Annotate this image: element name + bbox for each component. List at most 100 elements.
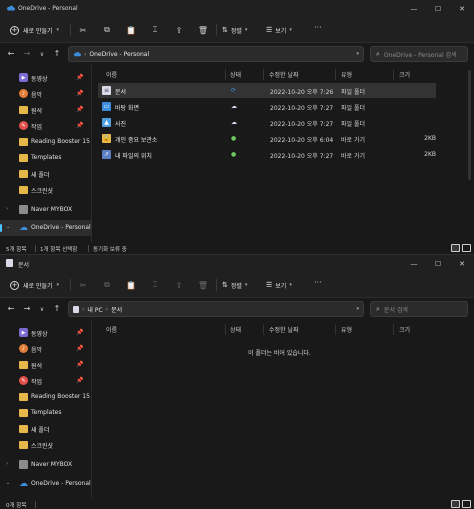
column-header-status[interactable]: 상태 xyxy=(230,320,241,338)
sidebar-item-naver-mybox[interactable]: › Naver MYBOX xyxy=(0,457,92,473)
copy-icon[interactable]: ⧉ xyxy=(100,23,114,37)
column-divider[interactable] xyxy=(225,324,226,335)
sidebar-item-wonseok[interactable]: 원석 📌 xyxy=(0,357,92,373)
rename-icon[interactable]: ⌶ xyxy=(148,278,162,292)
share-icon[interactable]: ⇪ xyxy=(172,278,186,292)
chevron-down-icon[interactable]: ▾ xyxy=(356,51,359,57)
breadcrumb-item[interactable]: 문서 xyxy=(111,305,122,314)
copy-icon[interactable]: ⧉ xyxy=(100,278,114,292)
sidebar-item-naver-mybox[interactable]: › Naver MYBOX xyxy=(0,202,92,218)
recent-locations-chevron-icon[interactable]: ∨ xyxy=(37,51,47,58)
share-icon[interactable]: ⇪ xyxy=(172,23,186,37)
scrollbar[interactable] xyxy=(468,70,471,180)
column-divider[interactable] xyxy=(335,69,336,80)
paste-icon[interactable]: 📋 xyxy=(124,23,138,37)
table-row[interactable]: ▲ 사진 ☁ 2022-10-20 오후 7:27 파일 폴더 xyxy=(98,115,436,130)
table-row[interactable]: ↗ 내 파일의 위치 ● 2022-10-20 오후 7:27 바로 가기 2K… xyxy=(98,147,436,162)
minimize-button[interactable]: — xyxy=(402,255,426,272)
table-row[interactable]: ≡ 문서 ⟳ 2022-10-20 오후 7:26 파일 폴더 xyxy=(98,83,436,98)
cut-icon[interactable]: ✂ xyxy=(76,278,90,292)
sidebar-item-reading-booster[interactable]: Reading Booster 15 xyxy=(0,134,92,150)
more-options-icon[interactable]: ··· xyxy=(314,23,322,32)
sidebar-item-videos[interactable]: ▶ 동영상 📌 xyxy=(0,70,92,86)
column-header-name[interactable]: 이름 xyxy=(106,65,117,83)
column-divider[interactable] xyxy=(393,69,394,80)
breadcrumb-item[interactable]: OneDrive - Personal xyxy=(89,51,149,58)
column-header-status[interactable]: 상태 xyxy=(230,65,241,83)
column-header-size[interactable]: 크기 xyxy=(399,320,410,338)
sidebar-item-templates[interactable]: Templates xyxy=(0,150,92,166)
column-header-size[interactable]: 크기 xyxy=(399,65,410,83)
sidebar-item-label: Templates xyxy=(31,409,62,416)
column-divider[interactable] xyxy=(263,69,264,80)
chevron-down-icon[interactable]: ⌄ xyxy=(6,224,10,230)
sidebar-item-music[interactable]: ♪ 음악 📌 xyxy=(0,341,92,357)
sidebar-item-screenshots[interactable]: 스크린샷 xyxy=(0,437,92,453)
table-row[interactable]: ▭ 바탕 화면 ☁ 2022-10-20 오후 7:27 파일 폴더 xyxy=(98,99,436,114)
chevron-down-icon[interactable]: ▾ xyxy=(356,306,359,312)
view-menu[interactable]: ☰ 보기 ▾ xyxy=(266,278,292,292)
search-box[interactable]: ⌕ 문서 검색 xyxy=(370,301,468,317)
rename-icon[interactable]: ⌶ xyxy=(148,23,162,37)
sidebar-item-music[interactable]: ♪ 음악 📌 xyxy=(0,86,92,102)
column-divider[interactable] xyxy=(393,324,394,335)
delete-icon[interactable]: 🗑 xyxy=(196,278,210,292)
chevron-right-icon[interactable]: › xyxy=(6,461,8,467)
command-bar: + 새로 만들기 ▾ ✂ ⧉ 📋 ⌶ ⇪ 🗑 ⇅ 정렬 ▾ ☰ 보기 ▾ ··· xyxy=(0,272,474,298)
sidebar-item-wonseok[interactable]: 원석 📌 xyxy=(0,102,92,118)
back-arrow-icon[interactable]: ← xyxy=(6,304,16,313)
breadcrumb-item[interactable]: 내 PC xyxy=(87,305,102,314)
search-box[interactable]: ⌕ OneDrive - Personal 검색 xyxy=(370,46,468,62)
minimize-button[interactable]: — xyxy=(402,0,426,17)
address-bar[interactable]: › 내 PC › 문서 ▾ xyxy=(68,301,364,317)
new-label: 새로 만들기 xyxy=(23,282,53,290)
sidebar-item-screenshots[interactable]: 스크린샷 xyxy=(0,182,92,198)
sidebar-item-new-folder[interactable]: 새 폴더 xyxy=(0,166,92,182)
column-header-date[interactable]: 수정한 날짜 xyxy=(269,320,299,338)
column-divider[interactable] xyxy=(335,324,336,335)
cut-icon[interactable]: ✂ xyxy=(76,23,90,37)
more-options-icon[interactable]: ··· xyxy=(314,278,322,287)
column-header-type[interactable]: 유형 xyxy=(341,320,352,338)
sidebar-item-templates[interactable]: Templates xyxy=(0,405,92,421)
title-bar[interactable]: 문서 — ☐ ✕ xyxy=(0,255,474,272)
details-view-button[interactable] xyxy=(451,500,460,508)
maximize-button[interactable]: ☐ xyxy=(426,0,450,17)
forward-arrow-icon[interactable]: → xyxy=(22,49,32,58)
table-row[interactable]: 🔒 개인 중요 보관소 ● 2022-10-20 오후 6:04 바로 가기 2… xyxy=(98,131,436,146)
title-bar[interactable]: OneDrive - Personal — ☐ ✕ xyxy=(0,0,474,17)
close-button[interactable]: ✕ xyxy=(450,0,474,17)
column-header-name[interactable]: 이름 xyxy=(106,320,117,338)
delete-icon[interactable]: 🗑 xyxy=(196,23,210,37)
sidebar-item-new-folder[interactable]: 새 폴더 xyxy=(0,421,92,437)
sidebar-item-work[interactable]: ✎ 작업 📌 xyxy=(0,118,92,134)
column-divider[interactable] xyxy=(263,324,264,335)
maximize-button[interactable]: ☐ xyxy=(426,255,450,272)
up-arrow-icon[interactable]: ↑ xyxy=(52,49,62,58)
view-menu[interactable]: ☰ 보기 ▾ xyxy=(266,23,292,37)
column-header-date[interactable]: 수정한 날짜 xyxy=(269,65,299,83)
new-button[interactable]: + 새로 만들기 ▾ xyxy=(6,277,63,293)
tiles-view-button[interactable] xyxy=(462,244,471,252)
recent-locations-chevron-icon[interactable]: ∨ xyxy=(37,306,47,313)
chevron-down-icon[interactable]: ⌄ xyxy=(6,480,10,486)
paste-icon[interactable]: 📋 xyxy=(124,278,138,292)
address-bar[interactable]: › OneDrive - Personal ▾ xyxy=(68,46,364,62)
sidebar-item-onedrive[interactable]: ⌄ ☁ OneDrive - Personal xyxy=(0,476,92,492)
column-divider[interactable] xyxy=(225,69,226,80)
chevron-right-icon[interactable]: › xyxy=(6,206,8,212)
tiles-view-button[interactable] xyxy=(462,500,471,508)
back-arrow-icon[interactable]: ← xyxy=(6,49,16,58)
sidebar-item-videos[interactable]: ▶ 동영상 📌 xyxy=(0,325,92,341)
sort-menu[interactable]: ⇅ 정렬 ▾ xyxy=(222,278,247,292)
sidebar-item-reading-booster[interactable]: Reading Booster 15 xyxy=(0,389,92,405)
forward-arrow-icon[interactable]: → xyxy=(22,304,32,313)
details-view-button[interactable] xyxy=(451,244,460,252)
sort-menu[interactable]: ⇅ 정렬 ▾ xyxy=(222,23,247,37)
column-header-type[interactable]: 유형 xyxy=(341,65,352,83)
new-button[interactable]: + 새로 만들기 ▾ xyxy=(6,22,63,38)
sidebar-item-work[interactable]: ✎ 작업 📌 xyxy=(0,373,92,389)
sidebar-item-onedrive[interactable]: ⌄ ☁ OneDrive - Personal xyxy=(0,220,92,236)
close-button[interactable]: ✕ xyxy=(450,255,474,272)
up-arrow-icon[interactable]: ↑ xyxy=(52,304,62,313)
